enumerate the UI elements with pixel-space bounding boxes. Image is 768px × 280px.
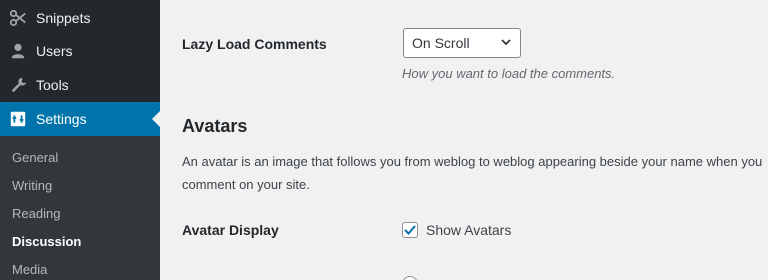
sidebar-item-label: Settings [36,111,87,127]
submenu-item-media[interactable]: Media [12,262,47,277]
avatars-section-title: Avatars [182,116,248,136]
settings-icon [0,110,36,128]
admin-sidebar: Snippets Users Tools Settings General Wr… [0,0,160,280]
lazy-load-selected-value: On Scroll [412,35,470,51]
show-avatars-checkbox[interactable] [402,222,418,238]
sidebar-item-settings[interactable]: Settings [0,102,160,136]
sidebar-item-label: Users [36,43,73,59]
submenu-item-discussion[interactable]: Discussion [12,234,81,249]
submenu-item-reading[interactable]: Reading [12,206,60,221]
lazy-load-description: How you want to load the comments. [402,66,616,81]
sidebar-item-snippets[interactable]: Snippets [0,1,160,35]
lazy-load-select[interactable]: On Scroll [403,28,521,58]
avatar-display-label: Avatar Display [182,222,279,238]
show-avatars-label: Show Avatars [426,222,512,238]
show-avatars-option[interactable]: Show Avatars [402,222,511,238]
users-icon [0,42,36,60]
lazy-load-label: Lazy Load Comments [182,36,327,52]
sidebar-item-label: Snippets [36,10,91,26]
avatars-description: An avatar is an image that follows you f… [182,154,763,192]
radio-button[interactable] [402,276,418,280]
settings-content: Lazy Load Comments On Scroll How you wan… [160,0,768,280]
scissors-icon [0,9,36,27]
submenu-item-writing[interactable]: Writing [12,178,52,193]
checkmark-icon [404,225,416,235]
settings-submenu: General Writing Reading Discussion Media [0,136,160,280]
submenu-item-general[interactable]: General [12,150,58,165]
sidebar-item-label: Tools [36,77,69,93]
sidebar-item-tools[interactable]: Tools [0,68,160,102]
chevron-down-icon [500,35,512,51]
sidebar-item-users[interactable]: Users [0,34,160,68]
wrench-icon [0,76,36,94]
